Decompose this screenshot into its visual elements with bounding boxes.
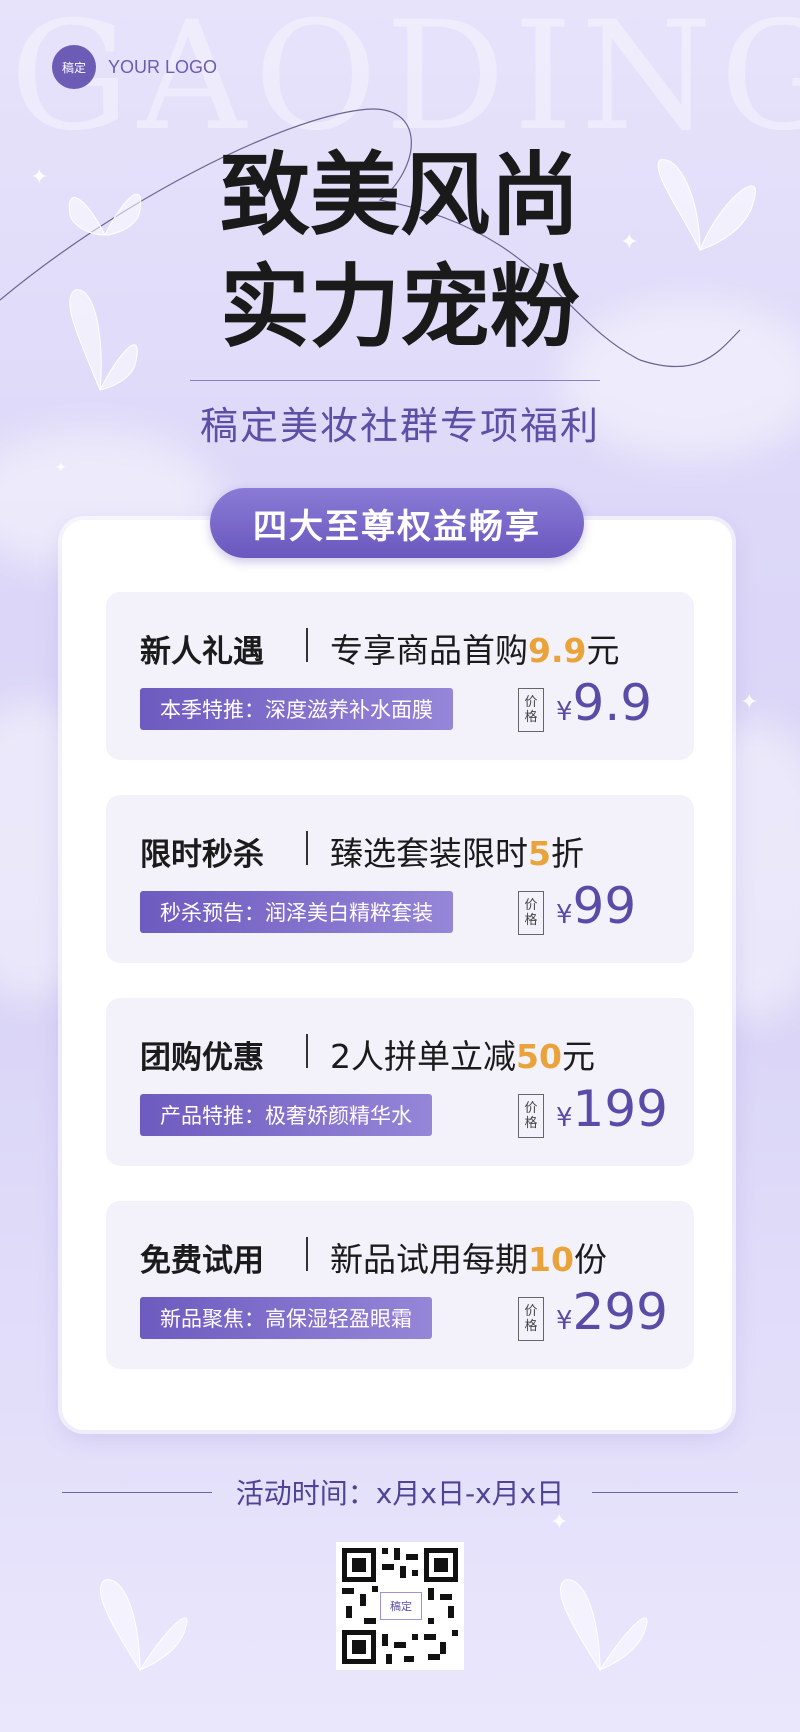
benefit-item: 团购优惠 2人拼单立减50元 产品特推：极奢娇颜精华水 价格 ¥199	[106, 998, 694, 1166]
event-time: 活动时间：x月x日-x月x日	[235, 1477, 565, 1510]
benefit-name: 团购优惠	[140, 1040, 264, 1076]
poster: GAODING ✦ ✦ ✦ ✦ ✦ 稿定 YOUR LOGO 致美风尚 实力宠粉…	[0, 0, 800, 1732]
benefit-description: 臻选套装限时5折	[330, 834, 584, 873]
benefit-separator	[306, 1034, 308, 1068]
benefit-tag: 产品特推：极奢娇颜精华水	[140, 1094, 432, 1136]
price-label-box: 价格	[518, 891, 544, 935]
benefit-tag: 秒杀预告：润泽美白精粹套装	[140, 891, 453, 933]
benefit-price: ¥99	[556, 877, 637, 935]
benefit-item: 限时秒杀 臻选套装限时5折 秒杀预告：润泽美白精粹套装 价格 ¥99	[106, 795, 694, 963]
benefit-description: 专享商品首购9.9元	[330, 631, 620, 670]
logo: 稿定 YOUR LOGO	[52, 45, 217, 89]
page-title-line-2: 实力宠粉	[220, 254, 580, 360]
benefit-name: 限时秒杀	[140, 837, 264, 873]
page-title-line-1: 致美风尚	[220, 142, 580, 248]
sparkle-icon: ✦	[55, 460, 67, 476]
benefit-tag: 新品聚焦：高保湿轻盈眼霜	[140, 1297, 432, 1339]
benefit-tag: 本季特推：深度滋养补水面膜	[140, 688, 453, 730]
qr-code[interactable]: 稿定	[336, 1542, 464, 1670]
title-divider	[190, 380, 600, 381]
benefit-item: 新人礼遇 专享商品首购9.9元 本季特推：深度滋养补水面膜 价格 ¥9.9	[106, 592, 694, 760]
benefit-description: 新品试用每期10份	[330, 1240, 607, 1279]
price-label-box: 价格	[518, 688, 544, 732]
benefit-price: ¥199	[556, 1080, 668, 1138]
benefit-separator	[306, 831, 308, 865]
price-label-box: 价格	[518, 1094, 544, 1138]
butterfly-icon	[560, 1579, 648, 1672]
benefit-separator	[306, 1237, 308, 1271]
benefit-name: 免费试用	[140, 1243, 264, 1279]
benefits-banner: 四大至尊权益畅享	[210, 488, 584, 558]
price-label-box: 价格	[518, 1297, 544, 1341]
logo-badge: 稿定	[52, 45, 96, 89]
benefit-description: 2人拼单立减50元	[330, 1037, 595, 1076]
page-subtitle: 稿定美妆社群专项福利	[199, 404, 600, 448]
qr-center-label: 稿定	[380, 1592, 422, 1620]
sparkle-icon: ✦	[550, 1510, 569, 1535]
benefit-price: ¥299	[556, 1283, 668, 1341]
benefit-separator	[306, 628, 308, 662]
benefit-name: 新人礼遇	[140, 634, 264, 670]
sparkle-icon: ✦	[740, 690, 759, 715]
benefit-item: 免费试用 新品试用每期10份 新品聚焦：高保湿轻盈眼霜 价格 ¥299	[106, 1201, 694, 1369]
logo-text: YOUR LOGO	[108, 56, 218, 77]
benefit-price: ¥9.9	[556, 674, 653, 732]
butterfly-icon	[100, 1579, 188, 1672]
